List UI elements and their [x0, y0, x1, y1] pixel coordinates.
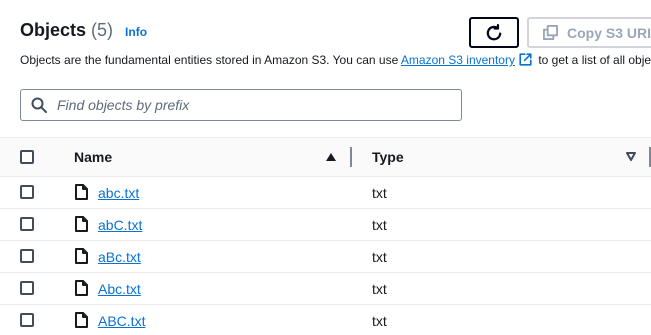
- column-resizer[interactable]: [350, 147, 352, 167]
- objects-panel: Objects (5) Info Copy S3 URI Objects are…: [0, 0, 651, 335]
- objects-header: Objects (5) Info: [20, 20, 147, 41]
- search-input[interactable]: [57, 97, 437, 113]
- file-icon: [75, 248, 88, 264]
- select-all-checkbox[interactable]: [20, 150, 34, 164]
- file-icon: [75, 184, 88, 200]
- object-name-link[interactable]: Abc.txt: [98, 281, 141, 297]
- table-header: Name Type: [0, 137, 651, 177]
- description-text-end: to get a list of all objects: [538, 53, 651, 67]
- object-name-link[interactable]: ABC.txt: [98, 313, 145, 329]
- table-row: aBc.txt txt: [0, 241, 651, 273]
- column-header-name[interactable]: Name: [74, 149, 112, 165]
- object-type: txt: [372, 281, 387, 297]
- info-link[interactable]: Info: [125, 25, 147, 39]
- column-header-type[interactable]: Type: [372, 149, 404, 165]
- object-count: (5): [91, 20, 114, 40]
- s3-inventory-link[interactable]: Amazon S3 inventory: [401, 53, 515, 67]
- object-name-link[interactable]: abc.txt: [98, 185, 139, 201]
- row-checkbox[interactable]: [20, 249, 34, 263]
- row-checkbox[interactable]: [20, 313, 34, 327]
- object-name-link[interactable]: aBc.txt: [98, 249, 141, 265]
- file-icon: [75, 280, 88, 296]
- table-row: ABC.txt txt: [0, 305, 651, 335]
- external-link-icon[interactable]: [519, 53, 532, 66]
- file-icon: [75, 216, 88, 232]
- object-type: txt: [372, 313, 387, 329]
- copy-s3-uri-label: Copy S3 URI: [567, 24, 651, 41]
- refresh-button[interactable]: [469, 17, 519, 48]
- object-type: txt: [372, 217, 387, 233]
- copy-icon: [543, 25, 558, 40]
- row-checkbox[interactable]: [20, 185, 34, 199]
- s3-inventory-link-label: Amazon S3 inventory: [400, 53, 515, 67]
- table-row: abC.txt txt: [0, 209, 651, 241]
- table-row: Abc.txt txt: [0, 273, 651, 305]
- object-name-link[interactable]: abC.txt: [98, 217, 142, 233]
- object-type: txt: [372, 249, 387, 265]
- object-type: txt: [372, 185, 387, 201]
- sort-descending-icon[interactable]: [626, 152, 636, 161]
- search-icon: [31, 97, 47, 113]
- objects-description: Objects are the fundamental entities sto…: [20, 53, 651, 67]
- row-checkbox[interactable]: [20, 217, 34, 231]
- table-row: abc.txt txt: [0, 177, 651, 209]
- objects-table: Name Type abc.txt txt abC.txt txt aBc.tx…: [0, 137, 651, 335]
- description-text: Objects are the fundamental entities sto…: [20, 53, 399, 67]
- file-icon: [75, 312, 88, 328]
- page-title: Objects: [20, 20, 87, 40]
- sort-ascending-icon[interactable]: [326, 153, 336, 161]
- search-field[interactable]: [20, 89, 462, 121]
- refresh-icon: [486, 23, 502, 40]
- copy-s3-uri-button[interactable]: Copy S3 URI: [527, 17, 651, 48]
- row-checkbox[interactable]: [20, 281, 34, 295]
